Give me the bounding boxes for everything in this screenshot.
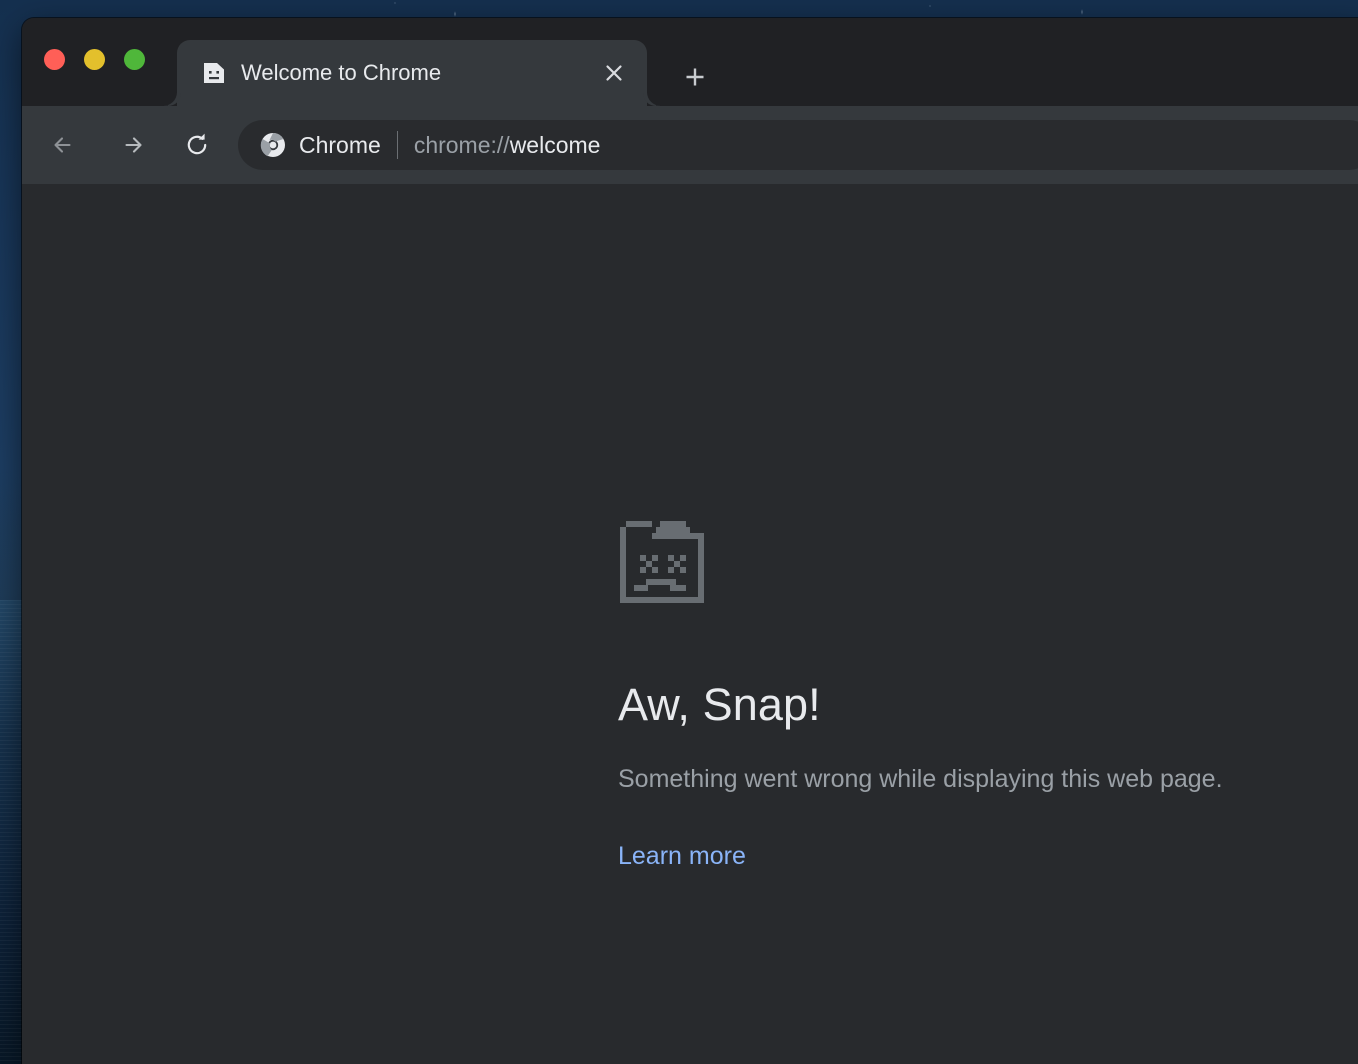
tab-welcome-to-chrome[interactable]: Welcome to Chrome — [177, 40, 647, 106]
error-heading: Aw, Snap! — [618, 679, 1358, 731]
sad-page-error-icon — [618, 517, 1358, 614]
arrow-left-icon — [50, 130, 80, 160]
reload-icon — [182, 130, 212, 160]
wallpaper-ocean — [0, 600, 24, 1064]
plus-icon — [683, 65, 707, 89]
back-button[interactable] — [42, 122, 88, 168]
learn-more-link[interactable]: Learn more — [618, 842, 746, 871]
chrome-logo-icon — [260, 132, 286, 158]
sad-page-favicon-icon — [201, 60, 227, 86]
tab-strip: Welcome to Chrome — [22, 18, 1358, 106]
reload-button[interactable] — [174, 122, 220, 168]
error-page: Aw, Snap! Something went wrong while dis… — [22, 184, 1358, 1064]
arrow-right-icon — [116, 130, 146, 160]
close-window-button[interactable] — [44, 49, 65, 70]
omnibox-chip-label: Chrome — [299, 132, 381, 159]
close-tab-button[interactable] — [597, 56, 631, 90]
close-icon — [603, 62, 625, 84]
tab-corner-right — [647, 92, 661, 106]
minimize-window-button[interactable] — [84, 49, 105, 70]
tab-corner-left — [163, 92, 177, 106]
tab-title: Welcome to Chrome — [241, 60, 647, 86]
maximize-window-button[interactable] — [124, 49, 145, 70]
omnibox-divider — [397, 131, 398, 159]
error-subtext: Something went wrong while displaying th… — [618, 765, 1358, 794]
omnibox-url-scheme: chrome:// — [414, 132, 510, 158]
address-bar[interactable]: Chrome chrome://welcome — [238, 120, 1358, 170]
omnibox-url-path: welcome — [510, 132, 601, 158]
omnibox-url-text: chrome://welcome — [414, 132, 601, 159]
desktop-background: Welcome to Chrome — [0, 0, 1358, 1064]
browser-window: Welcome to Chrome — [22, 18, 1358, 1064]
browser-toolbar: Chrome chrome://welcome — [22, 106, 1358, 184]
new-tab-button[interactable] — [676, 58, 714, 96]
window-controls — [44, 49, 145, 70]
forward-button[interactable] — [108, 122, 154, 168]
